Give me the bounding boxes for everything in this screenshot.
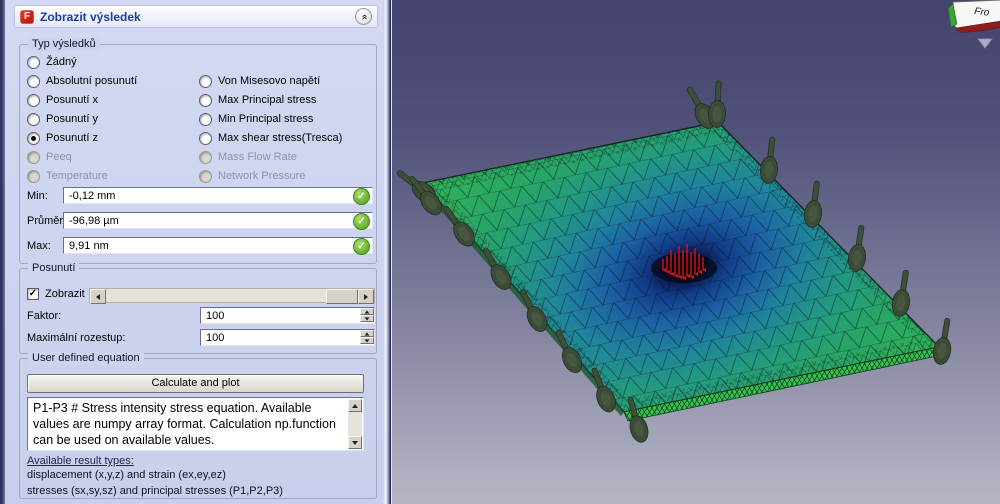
factor-spinbox[interactable]: 100 <box>200 307 375 324</box>
valid-check-icon: ✓ <box>353 213 370 230</box>
show-result-icon: F <box>20 10 34 24</box>
hint-displacement: displacement (x,y,z) and strain (ex,ey,e… <box>27 469 226 481</box>
panel-title: Zobrazit výsledek <box>40 10 141 24</box>
arrow-up-icon <box>365 332 370 335</box>
group-label: User defined equation <box>28 352 144 365</box>
spin-down-button[interactable] <box>360 337 374 344</box>
collapse-button[interactable]: « <box>355 8 372 25</box>
average-label: Průměr: <box>27 215 66 227</box>
calculate-and-plot-button[interactable]: Calculate and plot <box>27 374 364 393</box>
nav-cube-face-label: Fro <box>974 6 991 19</box>
radio-temperature: Temperature <box>27 169 108 183</box>
factor-label: Faktor: <box>27 310 61 322</box>
hint-stresses: stresses (sx,sy,sz) and principal stress… <box>27 485 283 497</box>
radio-max-shear[interactable]: Max shear stress(Tresca) <box>199 131 342 145</box>
max-field[interactable]: 9,91 nm <box>63 237 373 254</box>
radio-icon <box>27 94 40 107</box>
radio-icon <box>199 94 212 107</box>
radio-icon <box>199 75 212 88</box>
radio-zadny[interactable]: Žádný <box>27 55 77 69</box>
radio-absolutni-posunuti[interactable]: Absolutní posunutí <box>27 74 137 88</box>
bolt[interactable] <box>803 180 826 228</box>
max-label: Max: <box>27 240 51 252</box>
valid-check-icon: ✓ <box>353 238 370 255</box>
arrow-up-icon <box>352 404 358 408</box>
radio-icon <box>199 113 212 126</box>
bolt[interactable] <box>759 136 781 184</box>
max-spacing-spinbox[interactable]: 100 <box>200 329 375 346</box>
equation-text[interactable]: P1-P3 # Stress intensity stress equation… <box>33 400 345 448</box>
radio-von-mises[interactable]: Von Misesovo napětí <box>199 74 320 88</box>
max-spacing-label: Maximální rozestup: <box>27 332 125 344</box>
arrow-down-icon <box>352 441 358 445</box>
arrow-left-icon <box>96 294 100 300</box>
slider-handle[interactable] <box>326 289 358 304</box>
panel-left-border <box>0 0 5 504</box>
chevrons-up-icon: « <box>359 14 369 20</box>
panel-splitter[interactable] <box>383 0 391 504</box>
arrow-up-icon <box>365 310 370 313</box>
arrow-right-icon <box>364 294 368 300</box>
min-field[interactable]: -0,12 mm <box>63 187 373 204</box>
available-result-types-link[interactable]: Available result types: <box>27 455 134 467</box>
scroll-up-button[interactable] <box>348 399 362 412</box>
max-spacing-spin-buttons <box>360 330 374 343</box>
equation-scrollbar[interactable] <box>348 399 362 449</box>
show-checkbox[interactable]: ✓ <box>27 288 39 300</box>
scroll-down-button[interactable] <box>348 436 362 449</box>
spin-down-button[interactable] <box>360 315 374 322</box>
radio-icon <box>27 56 40 69</box>
spin-up-button[interactable] <box>360 330 374 337</box>
radio-disabled-icon <box>27 170 40 183</box>
radio-posunuti-z[interactable]: Posunutí z <box>27 131 98 145</box>
factor-spin-buttons <box>360 308 374 321</box>
radio-min-principal[interactable]: Min Principal stress <box>199 112 313 126</box>
fem-scene[interactable]: Fro <box>392 0 1000 504</box>
spin-up-button[interactable] <box>360 308 374 315</box>
load-region <box>651 253 717 283</box>
radio-mass-flow-rate: Mass Flow Rate <box>199 150 297 164</box>
radio-disabled-icon <box>27 151 40 164</box>
displacement-slider[interactable] <box>89 288 375 303</box>
group-label: Typ výsledků <box>28 38 100 51</box>
valid-check-icon: ✓ <box>353 188 370 205</box>
equation-editor[interactable]: P1-P3 # Stress intensity stress equation… <box>27 397 364 451</box>
bolt[interactable] <box>847 224 870 272</box>
min-label: Min: <box>27 190 48 202</box>
task-panel: F Zobrazit výsledek « Typ výsledků Žádný… <box>0 0 391 504</box>
radio-posunuti-y[interactable]: Posunutí y <box>27 112 98 126</box>
radio-posunuti-x[interactable]: Posunutí x <box>27 93 98 107</box>
radio-selected-icon <box>27 132 40 145</box>
radio-icon <box>27 113 40 126</box>
show-checkbox-label: Zobrazit <box>45 288 85 300</box>
bolt[interactable] <box>931 317 956 366</box>
radio-disabled-icon <box>199 170 212 183</box>
radio-network-pressure: Network Pressure <box>199 169 305 183</box>
arrow-down-icon <box>365 317 370 320</box>
radio-icon <box>27 75 40 88</box>
bolt[interactable] <box>890 269 914 318</box>
group-label: Posunutí <box>28 262 79 275</box>
average-field[interactable]: -96,98 µm <box>63 212 373 229</box>
slider-right-button[interactable] <box>358 289 374 304</box>
slider-left-button[interactable] <box>90 289 106 304</box>
nav-arrow-down-icon[interactable] <box>978 39 992 48</box>
arrow-down-icon <box>365 339 370 342</box>
radio-disabled-icon <box>199 151 212 164</box>
navigation-cube[interactable]: Fro <box>948 0 1000 32</box>
bolt[interactable] <box>708 81 727 128</box>
radio-max-principal[interactable]: Max Principal stress <box>199 93 316 107</box>
radio-icon <box>199 132 212 145</box>
show-checkbox-row: ✓ Zobrazit <box>27 288 85 300</box>
3d-viewport[interactable]: Fro <box>391 0 1000 504</box>
task-panel-titlebar: F Zobrazit výsledek « <box>14 5 378 28</box>
radio-peeq: Peeq <box>27 150 72 164</box>
